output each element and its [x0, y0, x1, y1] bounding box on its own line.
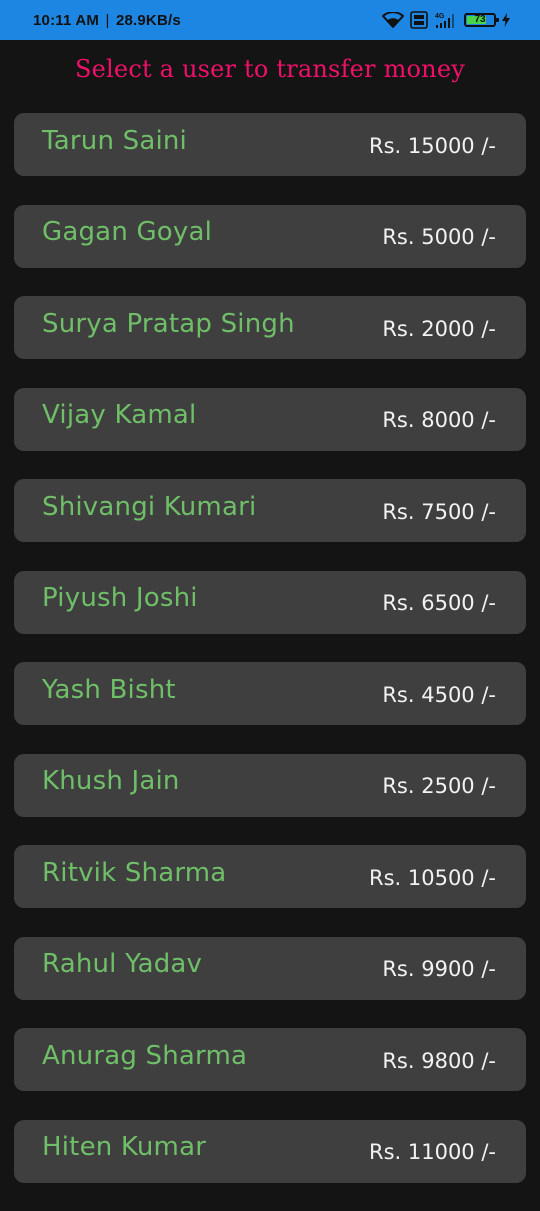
- user-card[interactable]: Khush Jain Rs. 2500 /-: [14, 753, 526, 817]
- user-name: Anurag Sharma: [42, 1040, 248, 1071]
- user-name: Surya Pratap Singh: [42, 308, 295, 339]
- user-name: Shivangi Kumari: [42, 491, 257, 522]
- volte-icon: [410, 11, 428, 29]
- user-card[interactable]: Hiten Kumar Rs. 11000 /-: [14, 1119, 526, 1183]
- user-card[interactable]: Tarun Saini Rs. 15000 /-: [14, 113, 526, 176]
- user-balance: Rs. 6500 /-: [382, 591, 496, 615]
- charging-icon: [502, 13, 510, 27]
- status-icons: 4G 73: [382, 0, 510, 40]
- user-card[interactable]: Gagan Goyal Rs. 5000 /-: [14, 204, 526, 268]
- user-card[interactable]: Surya Pratap Singh Rs. 2000 /-: [14, 296, 526, 359]
- network-speed: 28.9KB/s: [115, 11, 181, 29]
- user-card[interactable]: Yash Bisht Rs. 4500 /-: [14, 662, 526, 725]
- status-time: 10:11 AM: [33, 11, 100, 29]
- signal-icon: 4G: [434, 11, 458, 29]
- user-name: Ritvik Sharma: [42, 857, 227, 888]
- user-balance: Rs. 8000 /-: [382, 408, 496, 432]
- user-card[interactable]: Vijay Kamal Rs. 8000 /-: [14, 387, 526, 451]
- user-balance: Rs. 9900 /-: [382, 957, 496, 981]
- network-type-label: 4G: [435, 13, 445, 20]
- user-card[interactable]: Rahul Yadav Rs. 9900 /-: [14, 936, 526, 1000]
- user-card[interactable]: Anurag Sharma Rs. 9800 /-: [14, 1028, 526, 1091]
- user-balance: Rs. 15000 /-: [368, 133, 496, 158]
- user-balance: Rs. 9800 /-: [382, 1048, 496, 1073]
- user-name: Vijay Kamal: [42, 400, 197, 430]
- status-separator: |: [105, 11, 110, 29]
- user-balance: Rs. 11000 /-: [368, 1140, 496, 1164]
- user-name: Yash Bisht: [42, 674, 176, 705]
- user-balance: Rs. 10500 /-: [368, 865, 496, 890]
- user-balance: Rs. 2000 /-: [382, 316, 496, 341]
- user-name: Tarun Saini: [42, 125, 187, 156]
- user-balance: Rs. 7500 /-: [382, 499, 496, 524]
- user-name: Gagan Goyal: [42, 217, 213, 247]
- user-name: Piyush Joshi: [42, 583, 198, 613]
- battery-level-label: 73: [474, 14, 486, 25]
- user-balance: Rs. 4500 /-: [382, 682, 496, 707]
- wifi-icon: [382, 12, 404, 28]
- user-name: Khush Jain: [42, 766, 180, 796]
- battery-icon: 73: [464, 13, 499, 27]
- user-balance: Rs. 5000 /-: [382, 225, 496, 249]
- user-name: Rahul Yadav: [42, 949, 203, 979]
- user-card[interactable]: Ritvik Sharma Rs. 10500 /-: [14, 845, 526, 908]
- status-left: 10:11 AM | 28.9KB/s: [33, 12, 181, 29]
- user-balance: Rs. 2500 /-: [382, 774, 496, 798]
- user-list: Tarun Saini Rs. 15000 /- Gagan Goyal Rs. 50…: [14, 113, 526, 1211]
- user-name: Hiten Kumar: [42, 1132, 207, 1162]
- user-card[interactable]: Piyush Joshi Rs. 6500 /-: [14, 570, 526, 634]
- status-bar: 10:11 AM | 28.9KB/s 4G 73: [0, 0, 540, 40]
- user-card[interactable]: Shivangi Kumari Rs. 7500 /-: [14, 479, 526, 542]
- page-title: Select a user to transfer money: [75, 55, 465, 83]
